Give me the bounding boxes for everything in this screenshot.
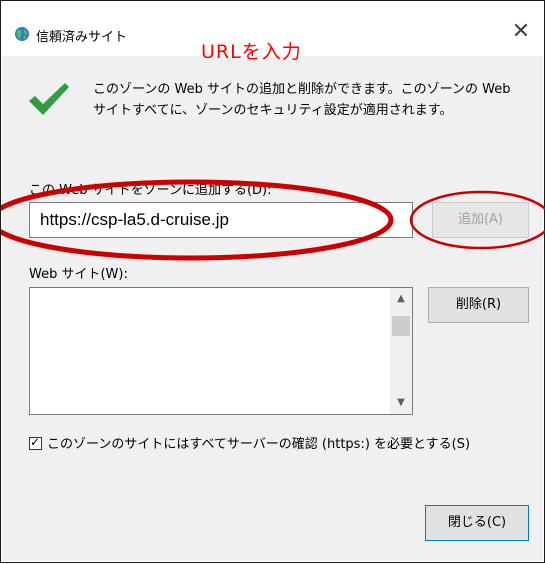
- annotation-instruction: URLを入力: [201, 41, 302, 63]
- scroll-down-icon[interactable]: ▼: [390, 394, 412, 412]
- add-button[interactable]: 追加(A): [432, 202, 529, 238]
- dialog-window: 信頼済みサイト ✕ URLを入力 このゾーンの Web サイトの追加と削除ができ…: [0, 0, 545, 563]
- close-icon[interactable]: ✕: [509, 20, 533, 44]
- close-button[interactable]: 閉じる(C): [425, 505, 529, 541]
- remove-button[interactable]: 削除(R): [428, 287, 529, 323]
- scroll-up-icon[interactable]: ▲: [390, 290, 412, 308]
- list-scrollbar[interactable]: ▲ ▼: [390, 288, 412, 414]
- checkmark-icon: [29, 83, 69, 115]
- https-checkbox-label: このゾーンのサイトにはすべてサーバーの確認 (https:) を必要とする(S): [47, 437, 471, 452]
- add-site-label: この Web サイトをゾーンに追加する(D):: [29, 183, 272, 198]
- window-title: 信頼済みサイト: [36, 30, 128, 45]
- website-list-label: Web サイト(W):: [29, 267, 128, 282]
- check-mark-icon: ✓: [30, 435, 41, 449]
- https-checkbox-row[interactable]: ✓ このゾーンのサイトにはすべてサーバーの確認 (https:) を必要とする(S…: [29, 433, 470, 452]
- scroll-thumb[interactable]: [392, 316, 410, 336]
- https-checkbox[interactable]: ✓: [29, 435, 42, 450]
- globe-icon: [15, 27, 29, 41]
- url-input[interactable]: https://csp-la5.d-cruise.jp: [29, 202, 413, 238]
- description-text: このゾーンの Web サイトの追加と削除ができます。このゾーンの Web サイト…: [93, 82, 511, 118]
- website-list[interactable]: ▲ ▼: [29, 287, 413, 415]
